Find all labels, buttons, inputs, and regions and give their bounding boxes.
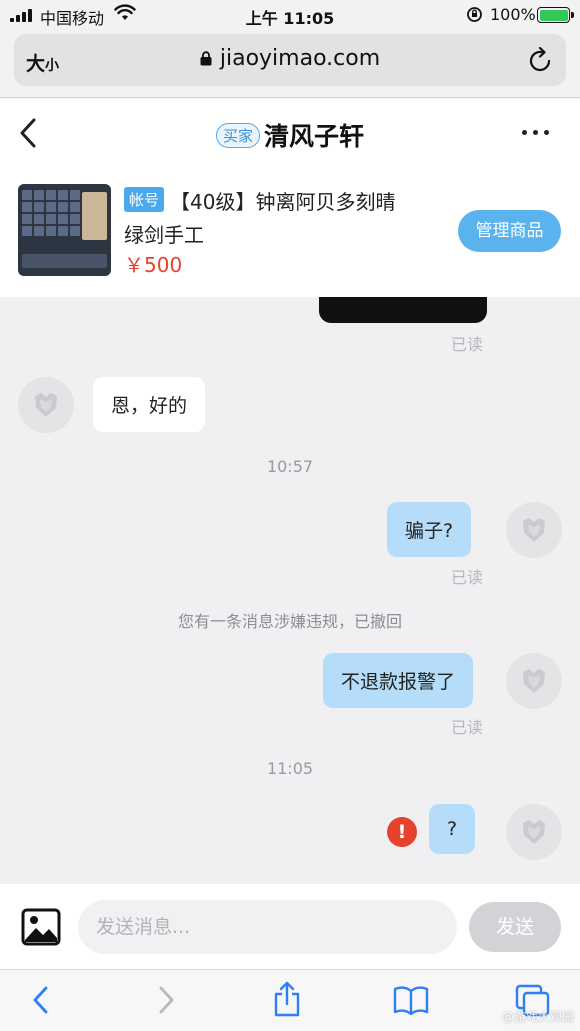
browser-address-area: 大小 jiaoyimao.com (0, 32, 580, 98)
browser-toolbar: @游戏大观园 (0, 969, 580, 1031)
message-timestamp: 10:57 (266, 457, 314, 476)
read-receipt: 已读 (451, 568, 484, 587)
chat-header: 买家 清风子轩 (0, 99, 580, 169)
share-icon[interactable] (272, 980, 302, 1018)
product-card[interactable]: 帐号 【40级】钟离阿贝多刻晴 绿剑手工 ￥500 管理商品 (0, 169, 580, 297)
product-title-line2: 绿剑手工 (124, 223, 204, 247)
product-title-line1: 【40级】钟离阿贝多刻晴 (170, 190, 396, 214)
reload-icon[interactable] (528, 46, 554, 74)
chat-message-list[interactable]: 已读 恩，好的 10:57 骗子? 已读 您有一条消息涉嫌违规，已撤回 不退款报… (0, 297, 580, 883)
image-picker-icon[interactable] (21, 908, 61, 946)
read-receipt: 已读 (451, 335, 484, 354)
image-message[interactable] (319, 297, 487, 323)
avatar[interactable] (506, 804, 562, 860)
outgoing-message[interactable]: ? (429, 804, 476, 854)
outgoing-message[interactable]: 不退款报警了 (323, 653, 474, 708)
battery-percent: 100% (490, 5, 536, 24)
role-badge: 买家 (215, 123, 260, 148)
battery-icon (537, 7, 574, 23)
message-timestamp: 11:05 (266, 759, 314, 778)
avatar[interactable] (506, 502, 562, 558)
system-notice: 您有一条消息涉嫌违规，已撤回 (177, 612, 402, 631)
rotation-lock-icon (467, 7, 482, 22)
address-bar[interactable]: 大小 jiaoyimao.com (14, 34, 566, 86)
incoming-message[interactable]: 恩，好的 (93, 377, 206, 432)
product-type-badge: 帐号 (124, 187, 165, 212)
back-nav-icon[interactable] (30, 984, 52, 1016)
url-text[interactable]: jiaoyimao.com (220, 46, 380, 71)
avatar-placeholder-icon (523, 518, 545, 542)
message-input[interactable] (78, 900, 457, 954)
bookmarks-icon[interactable] (393, 984, 429, 1016)
avatar-placeholder-icon (523, 820, 545, 844)
contact-name: 清风子轩 (264, 122, 365, 151)
outgoing-message[interactable]: 骗子? (387, 502, 472, 557)
read-receipt: 已读 (451, 718, 484, 737)
more-options-icon[interactable] (522, 130, 549, 135)
forward-nav-icon[interactable] (155, 984, 177, 1016)
avatar[interactable] (506, 653, 562, 709)
status-bar: 中国移动 上午 11:05 100% (0, 0, 580, 32)
avatar-placeholder-icon (35, 393, 57, 417)
avatar-placeholder-icon (523, 669, 545, 693)
lock-icon (200, 47, 212, 66)
message-input-bar: 发送 (0, 883, 580, 969)
manage-product-button[interactable]: 管理商品 (458, 210, 561, 252)
send-failed-icon[interactable]: ! (387, 817, 417, 847)
product-thumbnail[interactable] (18, 184, 111, 276)
product-price: ￥500 (124, 253, 183, 277)
send-button[interactable]: 发送 (469, 902, 561, 952)
watermark: @游戏大观园 (501, 1010, 574, 1024)
avatar[interactable] (18, 377, 74, 433)
